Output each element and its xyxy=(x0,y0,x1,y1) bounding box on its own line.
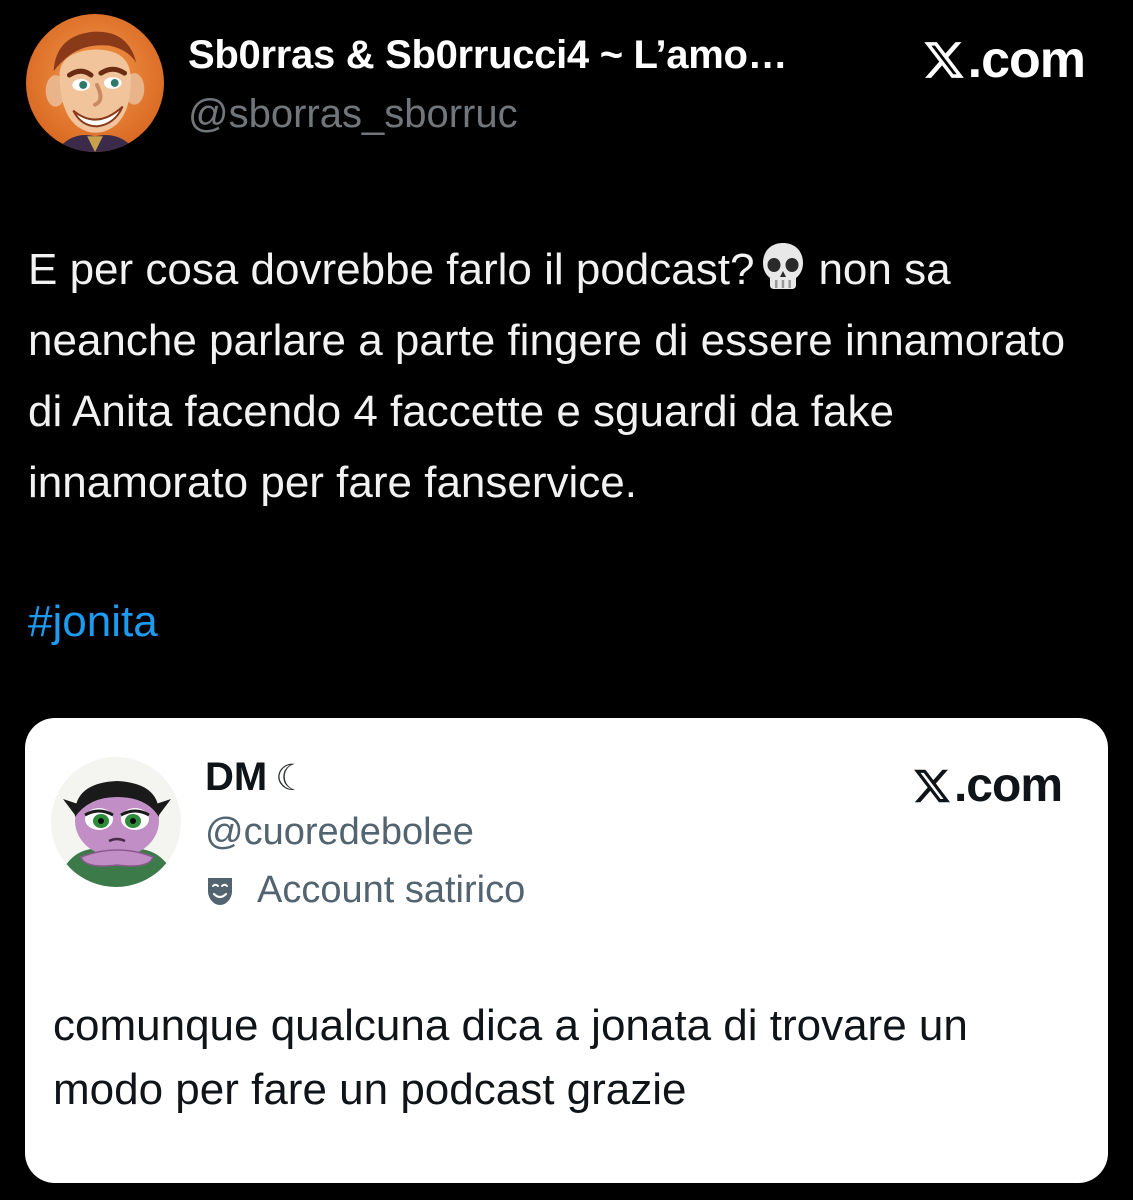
quoted-tweet-text: comunque qualcuna dica a jonata di trova… xyxy=(53,1001,968,1114)
x-logo-icon xyxy=(912,766,952,806)
skull-emoji-icon xyxy=(758,240,808,292)
quoted-tweet-card[interactable]: DM ☾ @cuoredebolee Account satirico .com … xyxy=(25,718,1108,1183)
quoted-author-avatar[interactable] xyxy=(51,757,181,887)
tweet-text-part1: E per cosa dovrebbe farlo il podcast? xyxy=(28,245,755,294)
hashtag-link[interactable]: #jonita xyxy=(28,586,158,657)
quoted-author-display-name[interactable]: DM ☾ xyxy=(205,755,308,800)
satirical-account-badge: Account satirico xyxy=(205,869,525,912)
quoted-author-name-text: DM xyxy=(205,755,268,799)
quoted-x-com-brand: .com xyxy=(912,758,1063,813)
brand-label: .com xyxy=(967,31,1086,89)
author-avatar[interactable] xyxy=(26,14,164,152)
x-com-brand: .com xyxy=(922,30,1086,90)
satirical-account-label: Account satirico xyxy=(257,869,526,911)
moon-symbol: ☾ xyxy=(275,757,308,798)
author-handle[interactable]: @sborras_sborruc xyxy=(188,92,518,137)
theater-mask-icon xyxy=(205,875,235,907)
cartoon-character-icon xyxy=(26,14,164,152)
cartoon-girl-icon xyxy=(51,757,181,887)
quoted-brand-label: .com xyxy=(953,759,1063,812)
x-logo-icon xyxy=(922,38,966,82)
quoted-author-handle[interactable]: @cuoredebolee xyxy=(205,811,474,854)
tweet-text: E per cosa dovrebbe farlo il podcast? no… xyxy=(28,234,1098,518)
author-display-name[interactable]: Sb0rras & Sb0rrucci4 ~ L’amo… xyxy=(188,33,878,78)
